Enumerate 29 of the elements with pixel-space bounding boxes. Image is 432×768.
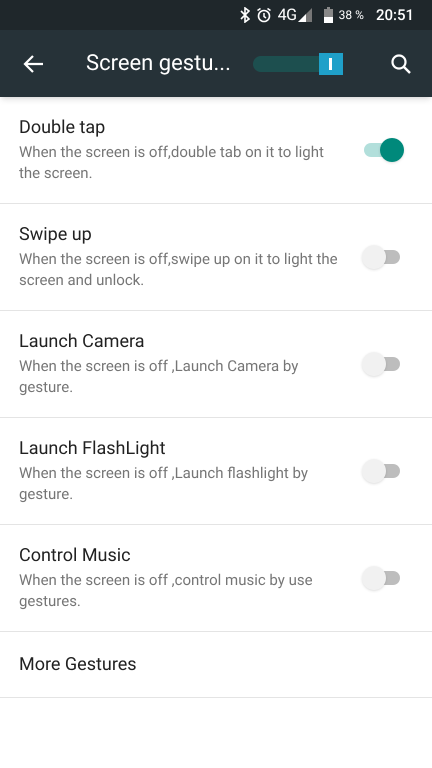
setting-title: Launch Camera: [19, 330, 146, 354]
toggle-switch[interactable]: [362, 138, 404, 162]
battery-icon: [324, 7, 333, 23]
setting-title: More Gestures: [19, 653, 137, 677]
setting-row[interactable]: More Gestures: [0, 632, 432, 698]
screen-title: Screen gestu...: [86, 50, 231, 78]
alarm-icon: [256, 7, 272, 23]
setting-row[interactable]: Double tap When the screen is off,double tab on it to light the screen.: [0, 97, 432, 204]
setting-row[interactable]: Launch Camera When the screen is off ,Launch Camera by gesture.: [0, 311, 432, 418]
network-type-label: 4G: [278, 4, 297, 26]
master-switch[interactable]: [252, 52, 343, 74]
battery-percent: 38 %: [338, 7, 364, 24]
clock-time: 20:51: [376, 4, 414, 26]
setting-row[interactable]: Control Music When the screen is off ,control music by use gestures.: [0, 525, 432, 632]
bluetooth-icon: [240, 7, 250, 23]
setting-description: When the screen is off ,control music by use gestures.: [19, 570, 314, 612]
search-icon: [390, 52, 412, 74]
setting-row[interactable]: Swipe up When the screen is off,swipe up on it to light the screen and unlock.: [0, 204, 432, 311]
setting-description: When the screen is off,swipe up on it to light the screen and unlock.: [19, 249, 339, 291]
signal-icon: [298, 8, 312, 22]
setting-description: When the screen is off ,Launch flashlight by gesture.: [19, 463, 309, 505]
setting-title: Swipe up: [19, 223, 93, 247]
setting-title: Control Music: [19, 544, 132, 568]
setting-row[interactable]: Launch FlashLight When the screen is off ,Launch flashlight by gesture.: [0, 418, 432, 525]
back-arrow-icon: [23, 52, 45, 74]
setting-description: When the screen is off ,Launch Camera by gesture.: [19, 356, 300, 398]
setting-title: Launch FlashLight: [19, 437, 166, 461]
setting-description: When the screen is off,double tab on it to light the screen.: [19, 142, 325, 184]
setting-title: Double tap: [19, 116, 106, 140]
